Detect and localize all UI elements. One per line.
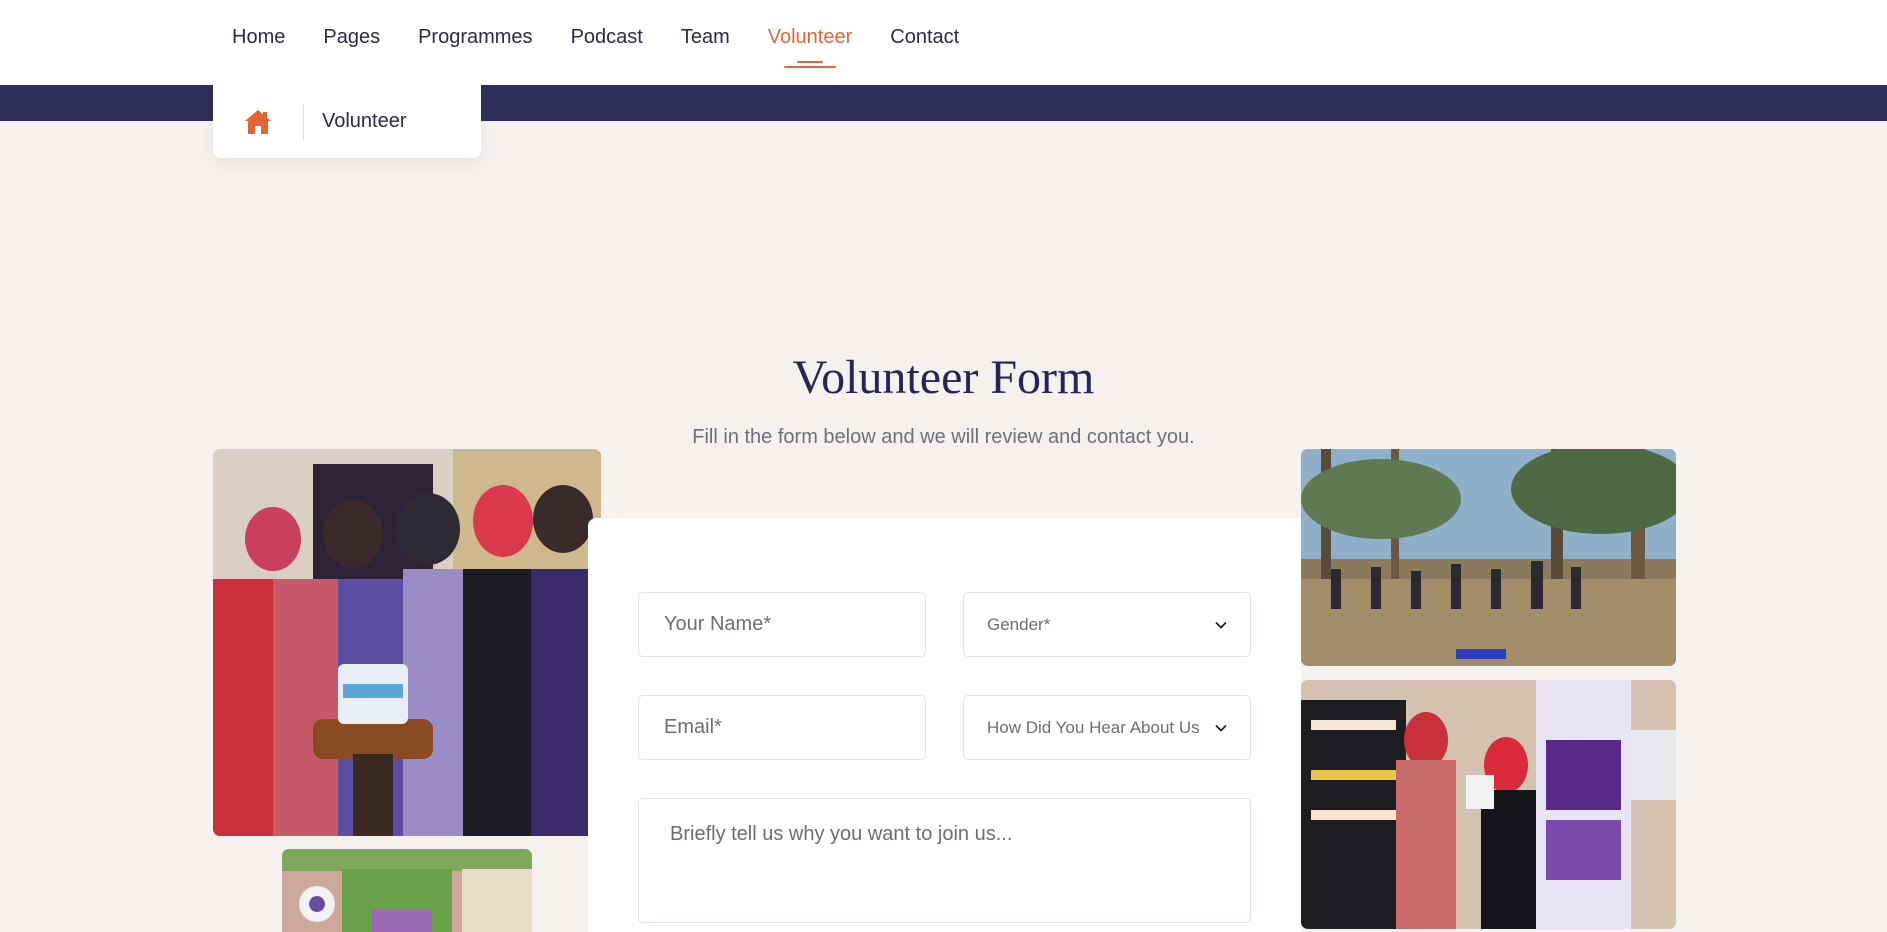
nav-item-programmes[interactable]: Programmes (399, 27, 551, 47)
outdoor-activity-photo (1301, 449, 1676, 666)
email-input[interactable] (638, 695, 926, 760)
breadcrumb-home-link[interactable] (213, 85, 303, 158)
breadcrumb-current: Volunteer (322, 110, 407, 132)
nav-item-home[interactable]: Home (213, 27, 304, 47)
gender-select-value: Gender* (987, 614, 1051, 634)
page-title: Volunteer Form (792, 351, 1095, 404)
referral-source-select[interactable]: How Did You Hear About Us (963, 695, 1251, 760)
page-subtitle: Fill in the form below and we will revie… (692, 426, 1195, 448)
gender-select[interactable]: Gender* (963, 592, 1251, 657)
nav-item-volunteer-label: Volunteer (767, 25, 853, 48)
group-photo-small (282, 849, 532, 932)
name-input[interactable] (638, 592, 926, 657)
nav-item-pages[interactable]: Pages (304, 27, 399, 47)
home-icon (245, 109, 271, 134)
reason-textarea[interactable] (638, 798, 1251, 923)
breadcrumb: Volunteer (213, 85, 481, 158)
chevron-down-icon (1215, 621, 1227, 629)
chevron-down-icon (1215, 724, 1227, 732)
main-nav: Home Pages Programmes Podcast Team Volun… (213, 0, 978, 85)
active-nav-indicator (783, 60, 836, 69)
volunteer-form: Gender* How Did You Hear About Us (588, 518, 1301, 932)
referral-source-select-value: How Did You Hear About Us (987, 717, 1200, 737)
graduation-party-photo (1301, 680, 1676, 929)
nav-item-contact[interactable]: Contact (871, 27, 978, 47)
nav-item-podcast[interactable]: Podcast (552, 27, 662, 47)
nav-item-volunteer[interactable]: Volunteer (749, 25, 872, 68)
nav-item-team[interactable]: Team (662, 27, 749, 47)
cake-cutting-photo (213, 449, 601, 836)
top-navbar: Home Pages Programmes Podcast Team Volun… (0, 0, 1887, 85)
